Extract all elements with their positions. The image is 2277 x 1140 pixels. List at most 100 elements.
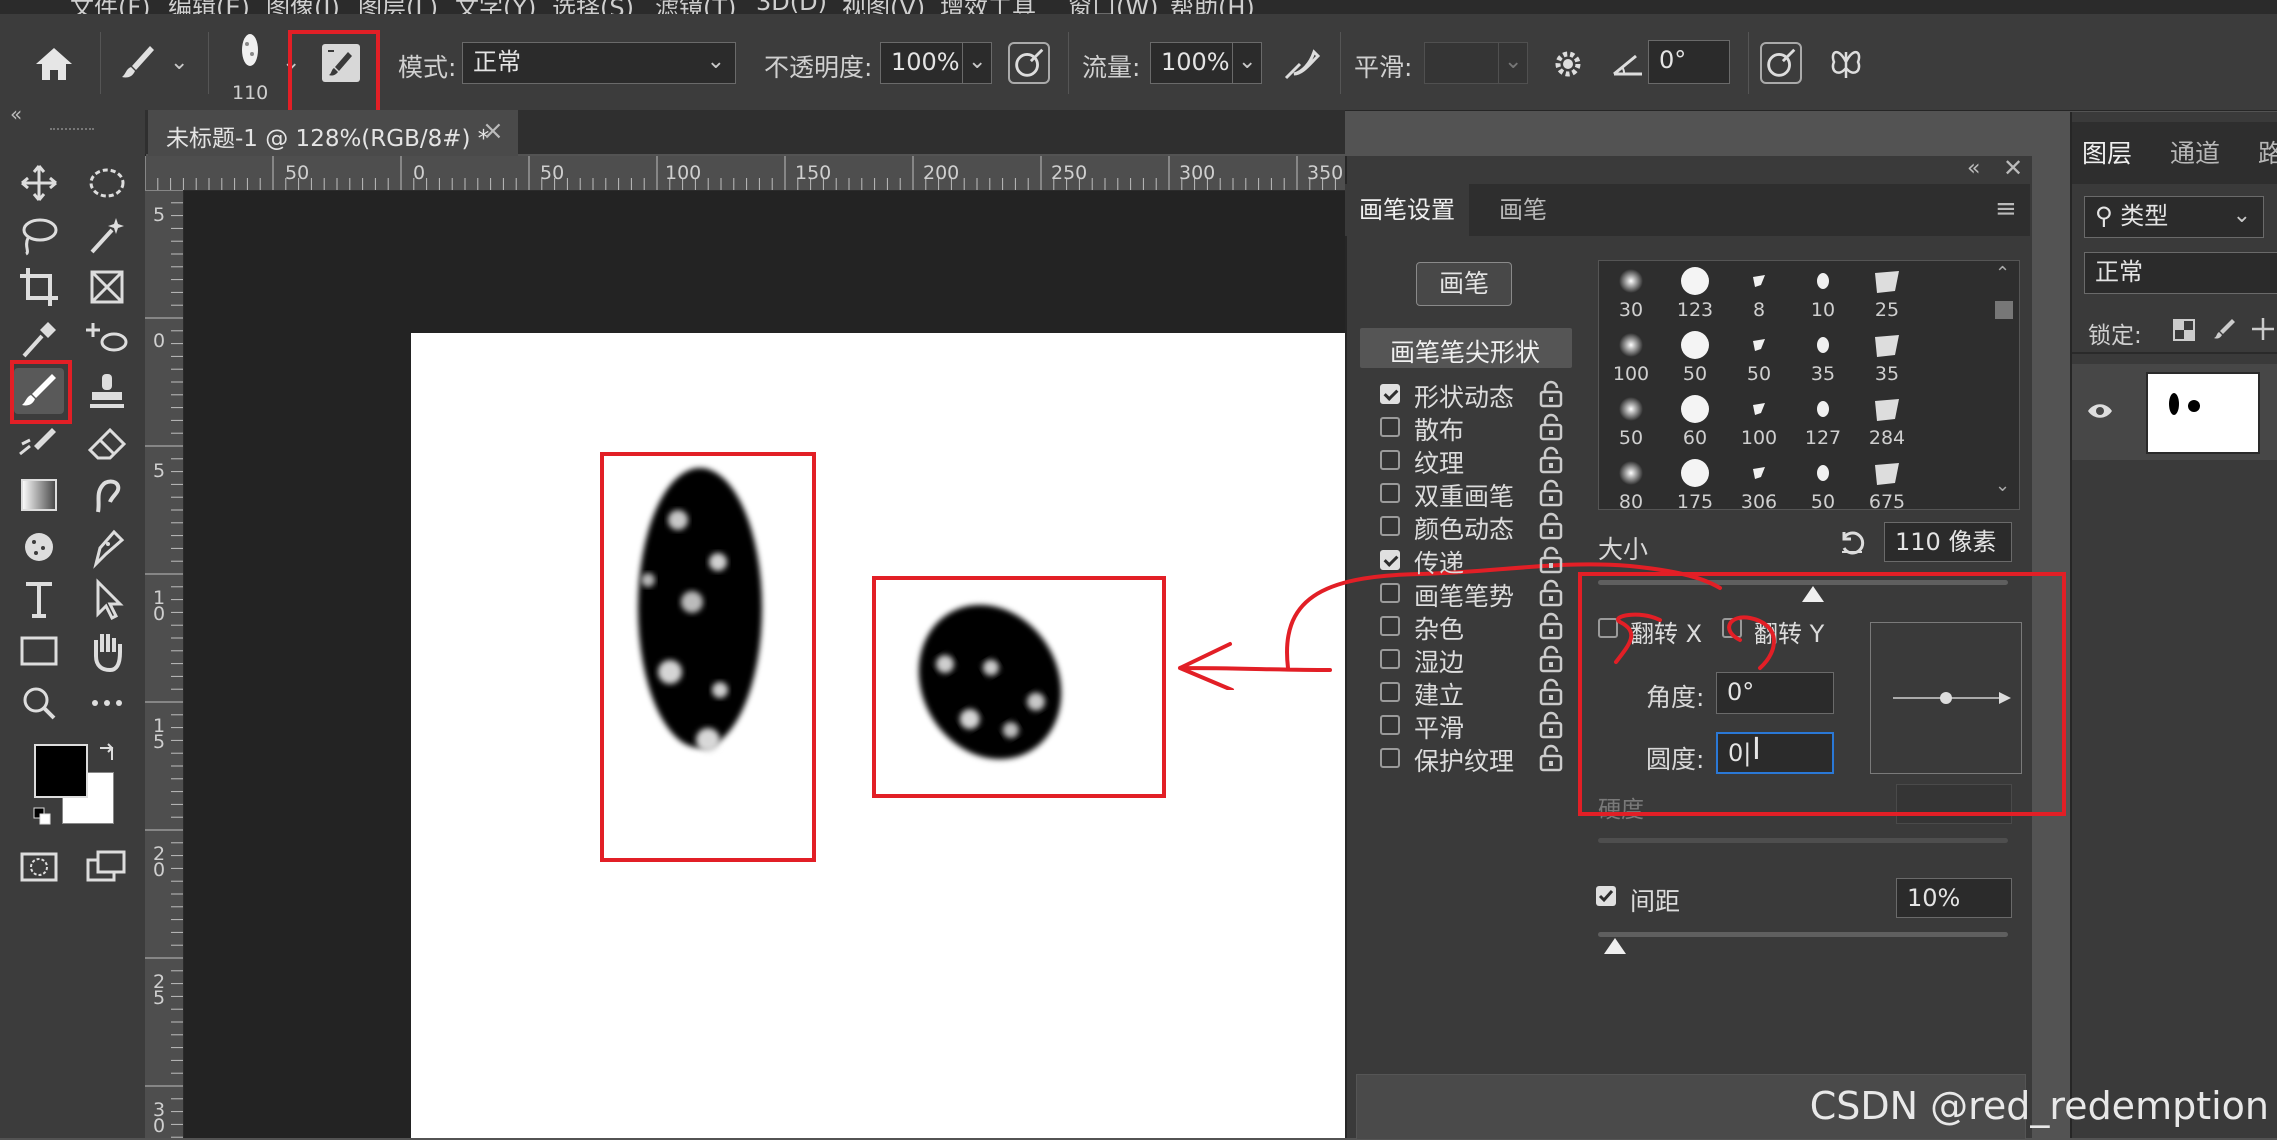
brush-preset-item[interactable]: 284 [1857, 389, 1917, 449]
brush-preset-item[interactable]: 35 [1793, 325, 1853, 385]
brush-preset-item[interactable]: 675 [1857, 453, 1917, 513]
category-checkbox[interactable] [1380, 384, 1400, 404]
close-tab-icon[interactable]: × [482, 116, 504, 146]
gear-icon[interactable] [1548, 44, 1588, 84]
tab-layers[interactable]: 图层 [2082, 134, 2132, 170]
layer-row[interactable] [2072, 364, 2277, 460]
category-checkbox[interactable] [1380, 483, 1400, 504]
swap-colors-icon[interactable] [96, 740, 120, 764]
brush-preset-item[interactable]: 100 [1601, 325, 1661, 385]
opacity-input[interactable]: 100% [880, 42, 964, 84]
smudge-tool-icon[interactable] [82, 472, 132, 518]
lock-pixels-icon[interactable] [2212, 316, 2238, 342]
category-checkbox[interactable] [1380, 516, 1400, 537]
frame-tool-icon[interactable] [82, 264, 132, 310]
rectangle-tool-icon[interactable] [14, 628, 64, 674]
tab-paths[interactable]: 路径 [2258, 134, 2277, 170]
lock-icon[interactable] [1538, 512, 1564, 540]
crop-tool-icon[interactable] [14, 264, 64, 310]
eraser-tool-icon[interactable] [82, 420, 132, 466]
smoothing-input[interactable] [1424, 42, 1500, 84]
home-icon[interactable] [30, 42, 78, 86]
menu-edit[interactable]: 编辑(E) [168, 0, 250, 14]
spacing-slider[interactable] [1598, 932, 2008, 937]
magic-wand-tool-icon[interactable] [82, 212, 132, 258]
lock-position-icon[interactable] [2250, 316, 2276, 342]
brush-preset-item[interactable]: 10 [1793, 261, 1853, 321]
quick-mask-icon[interactable] [14, 844, 64, 890]
category-checkbox[interactable] [1380, 748, 1400, 769]
lasso-tool-icon[interactable] [14, 212, 64, 258]
brush-preset-item[interactable]: 175 [1665, 453, 1725, 513]
screen-mode-icon[interactable] [82, 844, 132, 890]
opacity-dropdown[interactable]: ⌄ [962, 42, 992, 84]
collapse-panel-icon[interactable]: « [1967, 156, 1980, 181]
path-selection-tool-icon[interactable] [82, 576, 132, 622]
layer-blend-mode-select[interactable]: 正常 [2084, 252, 2277, 294]
flow-dropdown[interactable]: ⌄ [1232, 42, 1262, 84]
zoom-tool-icon[interactable] [14, 680, 64, 726]
pressure-size-icon[interactable] [1760, 42, 1802, 84]
type-tool-icon[interactable] [14, 576, 64, 622]
lock-icon[interactable] [1538, 645, 1564, 673]
brush-preset-item[interactable]: 127 [1793, 389, 1853, 449]
menu-window[interactable]: 窗口(W) [1068, 0, 1158, 14]
brush-preset-item[interactable]: 50 [1793, 453, 1853, 513]
brush-preset-item[interactable]: 50 [1665, 325, 1725, 385]
toolbar-grip[interactable] [50, 128, 94, 136]
lock-icon[interactable] [1538, 711, 1564, 739]
foreground-color-swatch[interactable] [34, 744, 88, 798]
brush-tip-preview-icon[interactable] [232, 30, 268, 82]
preset-scrollbar[interactable]: ⌃ ⌄ [1991, 263, 2015, 503]
lock-icon[interactable] [1538, 612, 1564, 640]
flow-input[interactable]: 100% [1150, 42, 1234, 84]
lock-icon[interactable] [1538, 446, 1564, 474]
marquee-tool-icon[interactable] [82, 160, 132, 206]
brush-preset-item[interactable]: 60 [1665, 389, 1725, 449]
brush-tip-shape-item[interactable]: 画笔笔尖形状 [1360, 328, 1572, 368]
mode-select[interactable]: 正常 ⌄ [462, 42, 736, 84]
gradient-tool-icon[interactable] [14, 472, 64, 518]
panel-menu-icon[interactable]: ≡ [1995, 194, 2017, 224]
lock-transparency-icon[interactable] [2172, 318, 2196, 342]
category-checkbox[interactable] [1380, 681, 1400, 702]
lock-icon[interactable] [1538, 678, 1564, 706]
pen-tool-icon[interactable] [82, 524, 132, 570]
category-checkbox[interactable] [1380, 450, 1400, 471]
brush-preset-icon[interactable] [118, 42, 158, 82]
more-tools-icon[interactable] [82, 680, 132, 726]
clone-stamp-tool-icon[interactable] [82, 368, 132, 414]
collapse-toolbar-icon[interactable]: « [10, 102, 22, 126]
size-input[interactable]: 110 像素 [1884, 522, 2012, 562]
category-checkbox[interactable] [1380, 417, 1400, 438]
brush-preset-item[interactable]: 8 [1729, 261, 1789, 321]
tab-channels[interactable]: 通道 [2170, 134, 2220, 170]
brush-preset-item[interactable]: 50 [1729, 325, 1789, 385]
menu-filter[interactable]: 滤镜(T) [655, 0, 736, 14]
brush-preset-item[interactable]: 100 [1729, 389, 1789, 449]
menu-3d[interactable]: 3D(D) [756, 0, 827, 14]
menu-plugins[interactable]: 增效工具 [940, 0, 1036, 14]
menu-file[interactable]: 文件(F) [70, 0, 151, 14]
default-colors-icon[interactable] [32, 806, 52, 826]
spot-healing-tool-icon[interactable] [82, 316, 132, 362]
symmetry-butterfly-icon[interactable] [1826, 42, 1866, 86]
pressure-opacity-icon[interactable] [1008, 42, 1050, 84]
lock-icon[interactable] [1538, 579, 1564, 607]
category-checkbox[interactable] [1380, 615, 1400, 636]
eyedropper-tool-icon[interactable] [14, 316, 64, 362]
move-tool-icon[interactable] [14, 160, 64, 206]
airbrush-icon[interactable] [1280, 44, 1322, 84]
spacing-slider-thumb[interactable] [1604, 938, 1626, 954]
brushes-button[interactable]: 画笔 [1416, 262, 1512, 306]
lock-icon[interactable] [1538, 479, 1564, 507]
history-brush-tool-icon[interactable] [14, 420, 64, 466]
category-checkbox[interactable] [1380, 648, 1400, 669]
brush-preset-item[interactable]: 25 [1857, 261, 1917, 321]
brush-preset-item[interactable]: 35 [1857, 325, 1917, 385]
spacing-input[interactable]: 10% [1896, 878, 2012, 918]
lock-icon[interactable] [1538, 744, 1564, 772]
tab-brushes[interactable]: 画笔 [1485, 184, 1561, 236]
menu-type[interactable]: 文字(Y) [455, 0, 536, 14]
menu-select[interactable]: 选择(S) [552, 0, 634, 14]
